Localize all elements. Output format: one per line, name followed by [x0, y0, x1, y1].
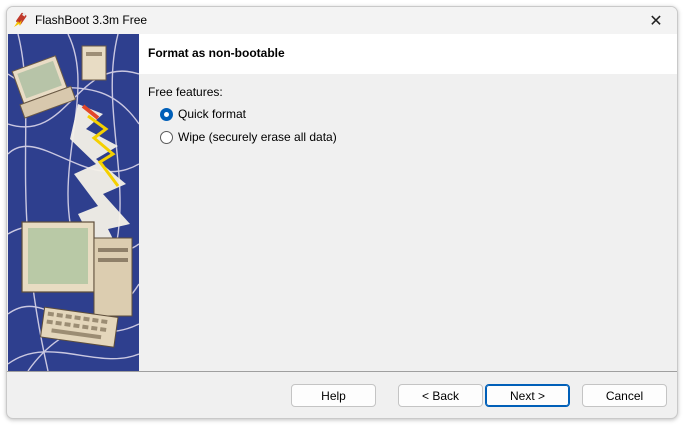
quick-format-label: Quick format: [178, 107, 247, 121]
wipe-radio[interactable]: [160, 130, 173, 144]
help-button[interactable]: Help: [291, 384, 376, 407]
next-button[interactable]: Next >: [485, 384, 570, 407]
cancel-button[interactable]: Cancel: [582, 384, 667, 407]
wipe-option[interactable]: Wipe (securely erase all data): [160, 130, 337, 144]
close-button[interactable]: ✕: [635, 7, 677, 34]
wizard-side-illustration: [8, 34, 139, 371]
wizard-content: Free features: Quick format Wipe (secure…: [139, 74, 677, 371]
back-button[interactable]: < Back: [398, 384, 483, 407]
flashboot-logo-icon: [14, 12, 27, 27]
window-title: FlashBoot 3.3m Free: [35, 13, 148, 27]
wipe-label: Wipe (securely erase all data): [178, 130, 337, 144]
page-title: Format as non-bootable: [148, 46, 285, 60]
close-icon: ✕: [649, 12, 663, 30]
footer-divider: [7, 371, 677, 372]
title-bar: FlashBoot 3.3m Free ✕: [7, 7, 677, 34]
features-group-label: Free features:: [148, 85, 223, 99]
flashboot-window: FlashBoot 3.3m Free ✕ Format as non-boot…: [6, 6, 678, 419]
wizard-header: Format as non-bootable: [139, 34, 677, 74]
quick-format-option[interactable]: Quick format: [160, 107, 246, 121]
quick-format-radio[interactable]: [160, 107, 173, 121]
